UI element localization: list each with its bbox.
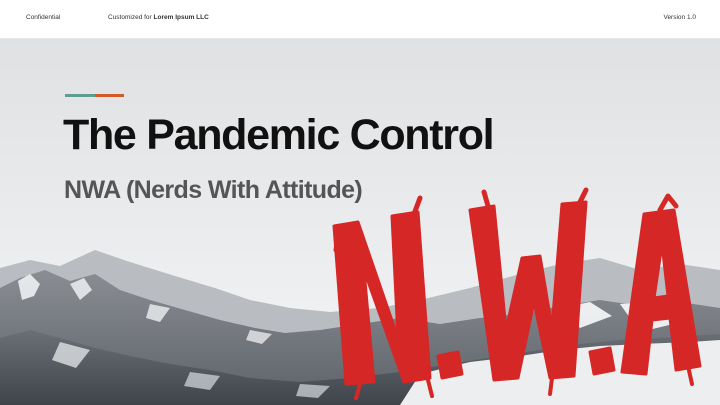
customized-prefix: Customized for	[108, 14, 152, 21]
accent-segment-orange	[95, 94, 124, 97]
slide: Confidential Customized for Lorem Ipsum …	[0, 0, 720, 405]
title-accent-bar	[65, 94, 124, 97]
accent-segment-teal	[65, 94, 95, 97]
customized-for-label: Customized for Lorem Ipsum LLC	[108, 14, 209, 21]
slide-title: The Pandemic Control	[63, 111, 495, 159]
version-label: Version 1.0	[663, 14, 696, 21]
confidential-label: Confidential	[26, 14, 61, 21]
slide-subtitle: NWA (Nerds With Attitude)	[64, 176, 363, 204]
header-bar: Confidential Customized for Lorem Ipsum …	[0, 0, 720, 39]
client-name: Lorem Ipsum LLC	[153, 14, 209, 21]
